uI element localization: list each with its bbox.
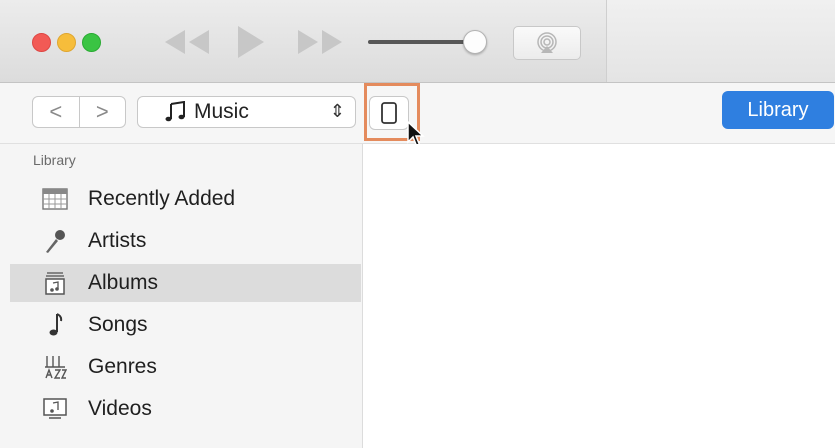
media-kind-label: Music <box>194 100 249 123</box>
updown-chevron-icon: ⇕ <box>329 101 345 121</box>
volume-slider[interactable] <box>368 40 468 44</box>
sidebar-item-label: Recently Added <box>88 187 236 210</box>
chevron-left-icon: < <box>49 99 63 124</box>
airplay-icon <box>537 32 557 53</box>
zoom-window-button[interactable] <box>82 33 101 52</box>
toolbar: < > Music ⇕ Library <box>0 83 835 148</box>
sidebar-item-songs[interactable]: Songs <box>10 306 361 344</box>
sidebar-section-header: Library <box>33 152 76 168</box>
sidebar-item-label: Artists <box>88 229 147 252</box>
forward-button[interactable]: > <box>80 97 126 127</box>
video-icon <box>42 396 68 422</box>
rewind-icon[interactable] <box>157 22 217 62</box>
navigation-buttons: < > <box>32 96 126 128</box>
title-bar <box>0 0 835 83</box>
sidebar-item-videos[interactable]: Videos <box>10 390 361 428</box>
minimize-window-button[interactable] <box>57 33 76 52</box>
sidebar-item-label: Albums <box>88 271 159 294</box>
sidebar-item-label: Videos <box>88 397 152 420</box>
genres-icon <box>42 354 68 380</box>
chevron-right-icon: > <box>95 99 109 124</box>
device-button[interactable] <box>369 96 409 130</box>
sidebar-item-artists[interactable]: Artists <box>10 222 361 260</box>
album-icon <box>42 270 68 296</box>
calendar-grid-icon <box>42 186 68 212</box>
back-button[interactable]: < <box>33 97 80 127</box>
sidebar-item-albums[interactable]: Albums <box>10 264 361 302</box>
airplay-button[interactable] <box>513 26 581 60</box>
fast-forward-icon[interactable] <box>290 22 350 62</box>
sidebar-item-recently-added[interactable]: Recently Added <box>10 180 361 218</box>
volume-slider-knob[interactable] <box>463 30 487 54</box>
close-window-button[interactable] <box>32 33 51 52</box>
main-content-area <box>363 144 835 448</box>
music-note-icon <box>165 101 185 122</box>
sidebar-item-label: Genres <box>88 355 157 378</box>
music-note-icon <box>42 312 68 338</box>
media-kind-selector[interactable]: Music ⇕ <box>137 96 356 128</box>
status-display <box>606 0 835 82</box>
sidebar: Library Recently Added Artists Albums So… <box>0 144 363 448</box>
device-icon <box>381 102 397 124</box>
microphone-icon <box>42 228 68 254</box>
library-button[interactable]: Library <box>722 91 834 129</box>
sidebar-item-genres[interactable]: Genres <box>10 348 361 386</box>
play-icon[interactable] <box>230 22 270 62</box>
sidebar-item-label: Songs <box>88 313 148 336</box>
